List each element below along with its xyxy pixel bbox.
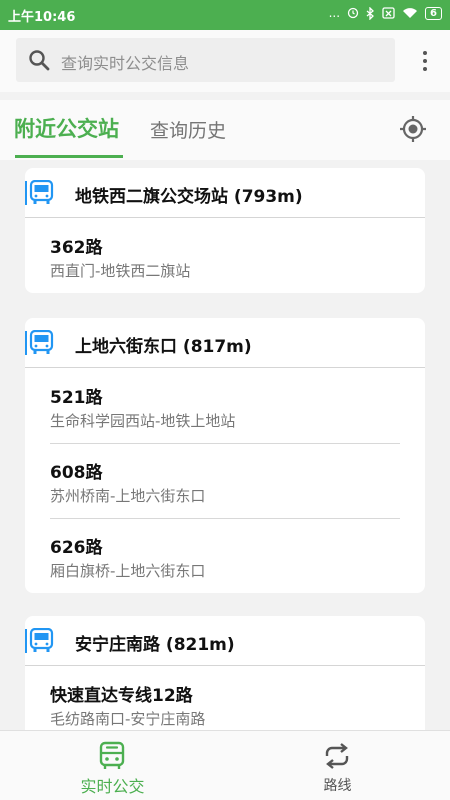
bus-stop-icon <box>25 180 54 205</box>
route-name: 608路 <box>50 463 103 483</box>
bus-stop-icon <box>25 330 54 355</box>
station-header[interactable]: 上地六街东口 (817m) <box>25 318 425 368</box>
search-area: 查询实时公交信息 <box>0 30 450 92</box>
search-input[interactable]: 查询实时公交信息 <box>16 38 395 82</box>
tab-indicator <box>15 155 123 158</box>
tab-query-history[interactable]: 查询历史 <box>150 116 226 143</box>
bluetooth-icon <box>366 6 374 20</box>
station-header[interactable]: 安宁庄南路 (821m) <box>25 616 425 666</box>
route-direction: 毛纺路南口-安宁庄南路 <box>50 710 206 728</box>
station-card[interactable]: 上地六街东口 (817m) 521路 生命科学园西站-地铁上地站 608路 苏州… <box>25 318 425 593</box>
route-direction: 厢白旗桥-上地六街东口 <box>50 562 206 580</box>
route-item[interactable]: 521路 生命科学园西站-地铁上地站 <box>25 368 425 443</box>
search-placeholder: 查询实时公交信息 <box>61 54 190 73</box>
route-item[interactable]: 快速直达专线12路 毛纺路南口-安宁庄南路 <box>25 666 425 730</box>
route-item[interactable]: 608路 苏州桥南-上地六街东口 <box>25 443 425 518</box>
station-name: 地铁西二旗公交场站 (793m) <box>75 187 303 207</box>
tab-nearby-stations[interactable]: 附近公交站 <box>14 113 119 143</box>
tab-bar: 附近公交站 查询历史 <box>0 100 450 160</box>
nav-routes[interactable]: 路线 <box>225 731 450 800</box>
station-card[interactable]: 地铁西二旗公交场站 (793m) 362路 西直门-地铁西二旗站 <box>25 168 425 293</box>
route-name: 626路 <box>50 538 103 558</box>
alarm-icon <box>347 7 359 19</box>
bus-stop-icon <box>25 628 54 653</box>
nav-routes-label: 路线 <box>323 778 352 794</box>
route-direction: 西直门-地铁西二旗站 <box>50 262 191 280</box>
gps-locate-icon[interactable] <box>398 114 428 144</box>
status-bar: 上午10:46 ... 6 <box>0 0 450 30</box>
nav-realtime-bus[interactable]: 实时公交 <box>0 731 225 800</box>
route-name: 快速直达专线12路 <box>50 686 193 706</box>
route-item[interactable]: 626路 厢白旗桥-上地六街东口 <box>25 518 425 593</box>
station-header[interactable]: 地铁西二旗公交场站 (793m) <box>25 168 425 218</box>
route-direction: 生命科学园西站-地铁上地站 <box>50 412 236 430</box>
sim-off-icon <box>382 7 395 19</box>
route-name: 521路 <box>50 388 103 408</box>
status-icons: ... 6 <box>329 6 442 20</box>
bus-icon <box>99 741 125 769</box>
route-item[interactable]: 362路 西直门-地铁西二旗站 <box>25 218 425 293</box>
station-list: 地铁西二旗公交场站 (793m) 362路 西直门-地铁西二旗站 上地六街东口 … <box>0 160 450 730</box>
station-name: 安宁庄南路 (821m) <box>75 635 235 655</box>
bottom-navigation: 实时公交 路线 <box>0 730 450 800</box>
station-name: 上地六街东口 (817m) <box>75 337 252 357</box>
wifi-icon <box>403 8 418 18</box>
status-time: 上午10:46 <box>8 10 76 25</box>
notification-dots: ... <box>328 6 341 20</box>
search-icon <box>29 50 50 71</box>
route-name: 362路 <box>50 238 103 258</box>
route-loop-icon <box>325 743 349 769</box>
route-direction: 苏州桥南-上地六街东口 <box>50 487 206 505</box>
more-vert-icon[interactable] <box>415 50 435 72</box>
battery-indicator: 6 <box>425 6 442 20</box>
nav-realtime-label: 实时公交 <box>80 777 145 796</box>
station-card[interactable]: 安宁庄南路 (821m) 快速直达专线12路 毛纺路南口-安宁庄南路 <box>25 616 425 730</box>
